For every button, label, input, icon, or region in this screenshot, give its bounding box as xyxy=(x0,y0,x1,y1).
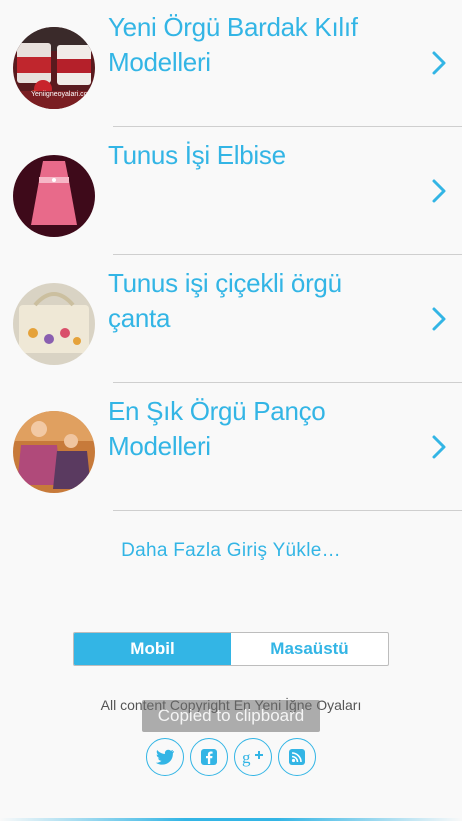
post-title[interactable]: Yeni Örgü Bardak Kılıf Modelleri xyxy=(108,10,408,80)
list-divider xyxy=(113,382,462,383)
crochet-dress-image xyxy=(13,155,95,237)
chevron-right-icon[interactable] xyxy=(430,50,448,76)
google-plus-button[interactable]: g xyxy=(234,738,272,776)
list-item[interactable]: Tunus İşi Elbise xyxy=(0,128,462,256)
list-divider xyxy=(113,510,462,511)
social-links: g xyxy=(146,738,318,778)
post-thumbnail[interactable] xyxy=(13,411,95,493)
list-item[interactable]: Yeniigneoyalari.com Yeni Örgü Bardak Kıl… xyxy=(0,0,462,128)
crochet-bag-image xyxy=(13,283,95,365)
svg-text:g: g xyxy=(242,748,251,767)
post-title[interactable]: En Şık Örgü Panço Modelleri xyxy=(108,394,408,464)
view-switch: Mobil Masaüstü xyxy=(73,632,389,666)
mobile-view-button[interactable]: Mobil xyxy=(74,633,231,665)
rss-icon xyxy=(289,749,305,765)
desktop-view-button[interactable]: Masaüstü xyxy=(231,633,388,665)
facebook-button[interactable] xyxy=(190,738,228,776)
google-plus-icon: g xyxy=(242,748,263,767)
twitter-button[interactable] xyxy=(146,738,184,776)
rss-button[interactable] xyxy=(278,738,316,776)
chevron-right-icon[interactable] xyxy=(430,178,448,204)
post-thumbnail[interactable]: Yeniigneoyalari.com xyxy=(13,27,95,109)
list-divider xyxy=(113,254,462,255)
toast-message: Copied to clipboard xyxy=(142,700,320,732)
post-thumbnail[interactable] xyxy=(13,155,95,237)
list-item[interactable]: Tunus işi çiçekli örgü çanta xyxy=(0,256,462,384)
list-divider xyxy=(113,126,462,127)
load-more-link[interactable]: Daha Fazla Giriş Yükle… xyxy=(0,540,462,562)
thumb-caption: Yeniigneoyalari.com xyxy=(31,91,94,98)
chevron-right-icon[interactable] xyxy=(430,306,448,332)
twitter-icon xyxy=(155,749,175,765)
chevron-right-icon[interactable] xyxy=(430,434,448,460)
list-item[interactable]: En Şık Örgü Panço Modelleri xyxy=(0,384,462,512)
post-title[interactable]: Tunus işi çiçekli örgü çanta xyxy=(108,266,408,336)
post-thumbnail[interactable] xyxy=(13,283,95,365)
poncho-image xyxy=(13,411,95,493)
facebook-icon xyxy=(201,749,217,765)
post-title[interactable]: Tunus İşi Elbise xyxy=(108,138,408,173)
